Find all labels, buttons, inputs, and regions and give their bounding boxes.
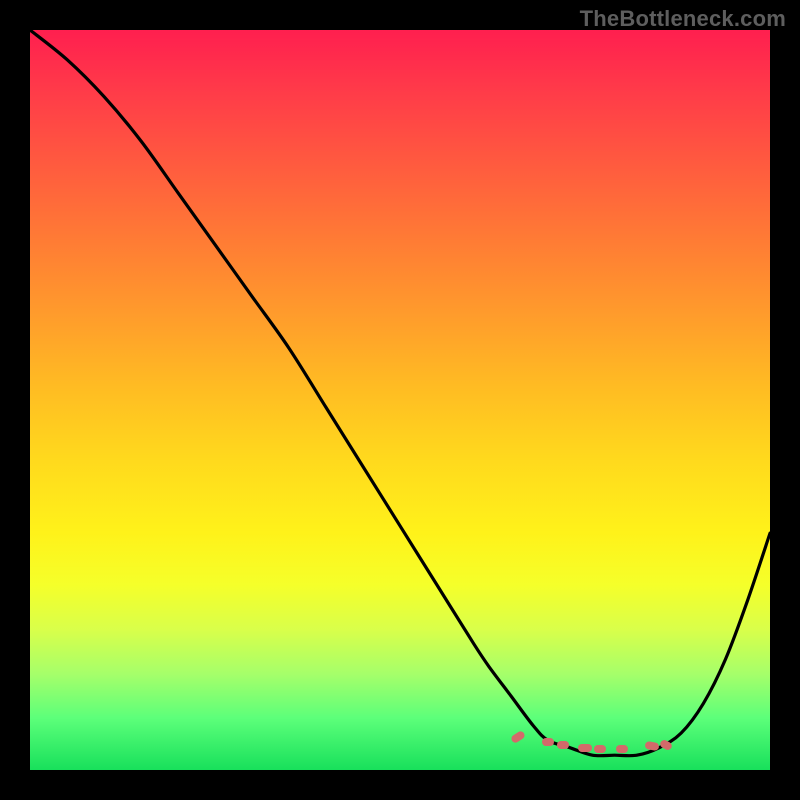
optimal-zone-marker: [594, 745, 606, 753]
curve-layer: [30, 30, 770, 770]
plot-area: [30, 30, 770, 770]
optimal-zone-marker: [616, 745, 628, 753]
chart-stage: TheBottleneck.com: [0, 0, 800, 800]
optimal-zone-marker: [578, 744, 592, 752]
optimal-zone-marker: [557, 741, 569, 749]
watermark-text: TheBottleneck.com: [580, 6, 786, 32]
optimal-zone-marker: [542, 738, 554, 746]
bottleneck-curve-line: [30, 30, 770, 756]
